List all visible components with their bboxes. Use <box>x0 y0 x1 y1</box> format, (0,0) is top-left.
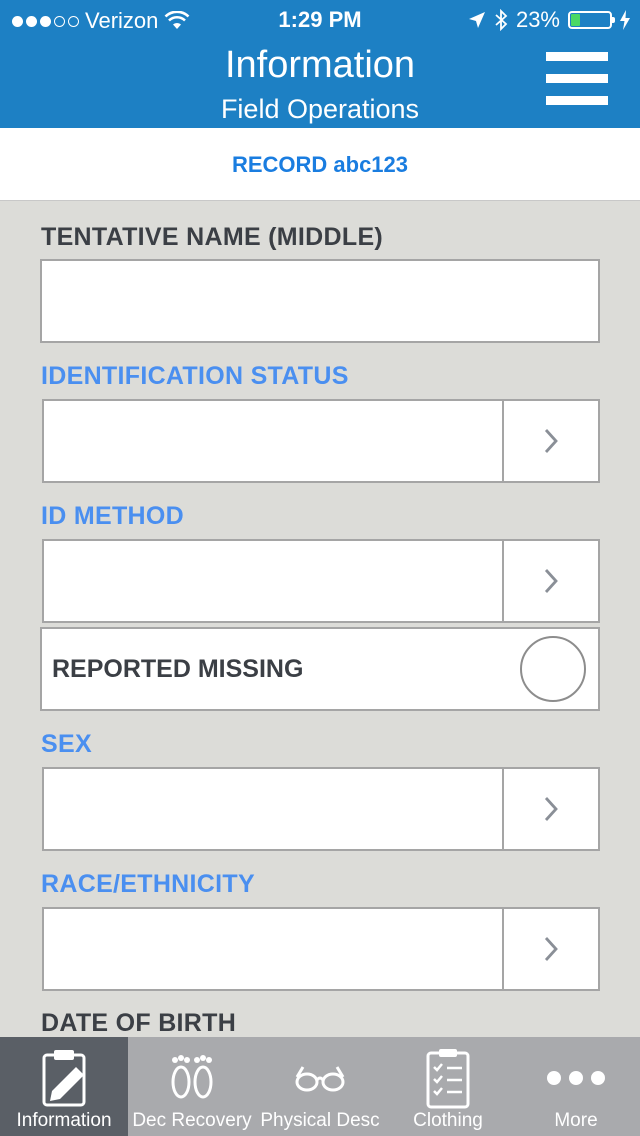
battery-icon <box>568 11 615 29</box>
tab-physical-desc[interactable]: Physical Desc <box>256 1037 384 1136</box>
bottom-tab-bar: Information Dec Recovery Physical Desc C… <box>0 1037 640 1136</box>
status-bar: Verizon 1:29 PM 23% <box>0 0 640 40</box>
tentative-name-middle-label: TENTATIVE NAME (MIDDLE) <box>41 223 384 251</box>
chevron-right-icon[interactable] <box>502 401 598 481</box>
checklist-icon <box>426 1049 470 1109</box>
tab-dec-recovery[interactable]: Dec Recovery <box>128 1037 256 1136</box>
tab-clothing[interactable]: Clothing <box>384 1037 512 1136</box>
race-ethnicity-select[interactable] <box>42 907 600 991</box>
reported-missing-label: REPORTED MISSING <box>52 655 304 683</box>
page-title: Information <box>224 44 416 86</box>
more-dots-icon <box>547 1071 605 1085</box>
reported-missing-checkbox[interactable] <box>520 636 586 702</box>
tab-label: Clothing <box>413 1110 483 1131</box>
charging-bolt-icon <box>620 10 630 30</box>
chevron-right-icon[interactable] <box>502 909 598 989</box>
chevron-right-icon[interactable] <box>502 541 598 621</box>
race-ethnicity-label: RACE/ETHNICITY <box>41 870 255 898</box>
identification-status-label: IDENTIFICATION STATUS <box>41 362 349 390</box>
glasses-icon <box>295 1066 345 1092</box>
clipboard-pencil-icon <box>42 1050 86 1107</box>
tab-label: Physical Desc <box>260 1110 380 1131</box>
reported-missing-row[interactable]: REPORTED MISSING <box>40 627 600 711</box>
tab-more[interactable]: More <box>512 1037 640 1136</box>
id-method-select[interactable] <box>42 539 600 623</box>
hamburger-menu-icon[interactable] <box>546 52 608 114</box>
record-bar: RECORD abc123 <box>0 128 640 201</box>
record-id[interactable]: RECORD abc123 <box>0 152 640 178</box>
sex-label: SEX <box>41 730 92 758</box>
identification-status-select[interactable] <box>42 399 600 483</box>
battery-percent: 23% <box>515 7 560 32</box>
page-subtitle: Field Operations <box>220 94 420 124</box>
location-arrow-icon <box>468 12 485 28</box>
tentative-name-middle-input[interactable] <box>40 259 600 343</box>
tab-label: Dec Recovery <box>132 1110 252 1131</box>
chevron-right-icon[interactable] <box>502 769 598 849</box>
tab-information[interactable]: Information <box>0 1037 128 1136</box>
app-header: Verizon 1:29 PM 23% Information Field Op… <box>0 0 640 128</box>
sex-select[interactable] <box>42 767 600 851</box>
tab-label: More <box>554 1110 598 1131</box>
bluetooth-icon <box>495 9 508 31</box>
tab-label: Information <box>16 1110 112 1131</box>
id-method-label: ID METHOD <box>41 502 184 530</box>
date-of-birth-label: DATE OF BIRTH <box>41 1009 237 1037</box>
feet-icon <box>171 1055 213 1099</box>
